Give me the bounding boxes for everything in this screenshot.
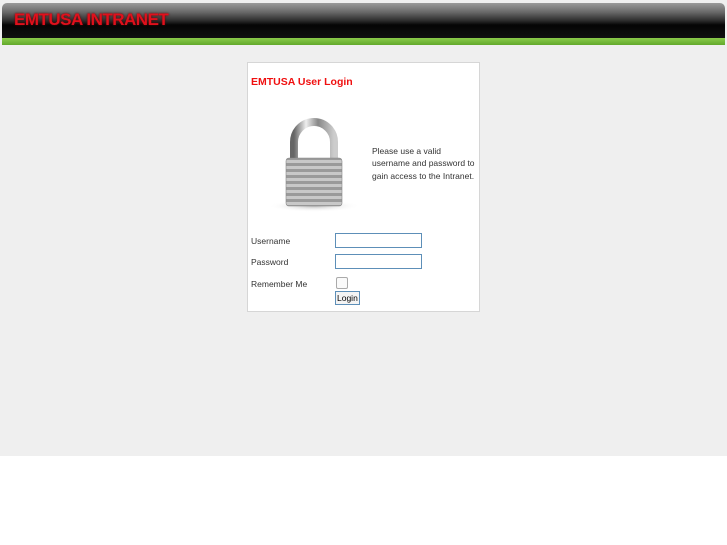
login-button[interactable]: Login [335, 291, 360, 305]
remember-me-label: Remember Me [251, 279, 308, 289]
page-background: EMTUSA INTRANET EMTUSA User Login Please… [0, 0, 727, 456]
remember-me-checkbox[interactable] [336, 277, 348, 289]
header-green-stripe [2, 38, 725, 45]
header-banner: EMTUSA INTRANET [2, 3, 725, 45]
login-instructions: Please use a valid username and password… [372, 146, 475, 181]
login-panel: EMTUSA User Login Please use a valid use… [247, 62, 480, 312]
password-input[interactable] [335, 254, 422, 269]
password-label: Password [251, 257, 289, 267]
username-label: Username [251, 236, 291, 246]
username-input[interactable] [335, 233, 422, 248]
login-title: EMTUSA User Login [251, 76, 353, 88]
padlock-icon [268, 118, 360, 212]
site-logo: EMTUSA INTRANET [14, 10, 169, 29]
